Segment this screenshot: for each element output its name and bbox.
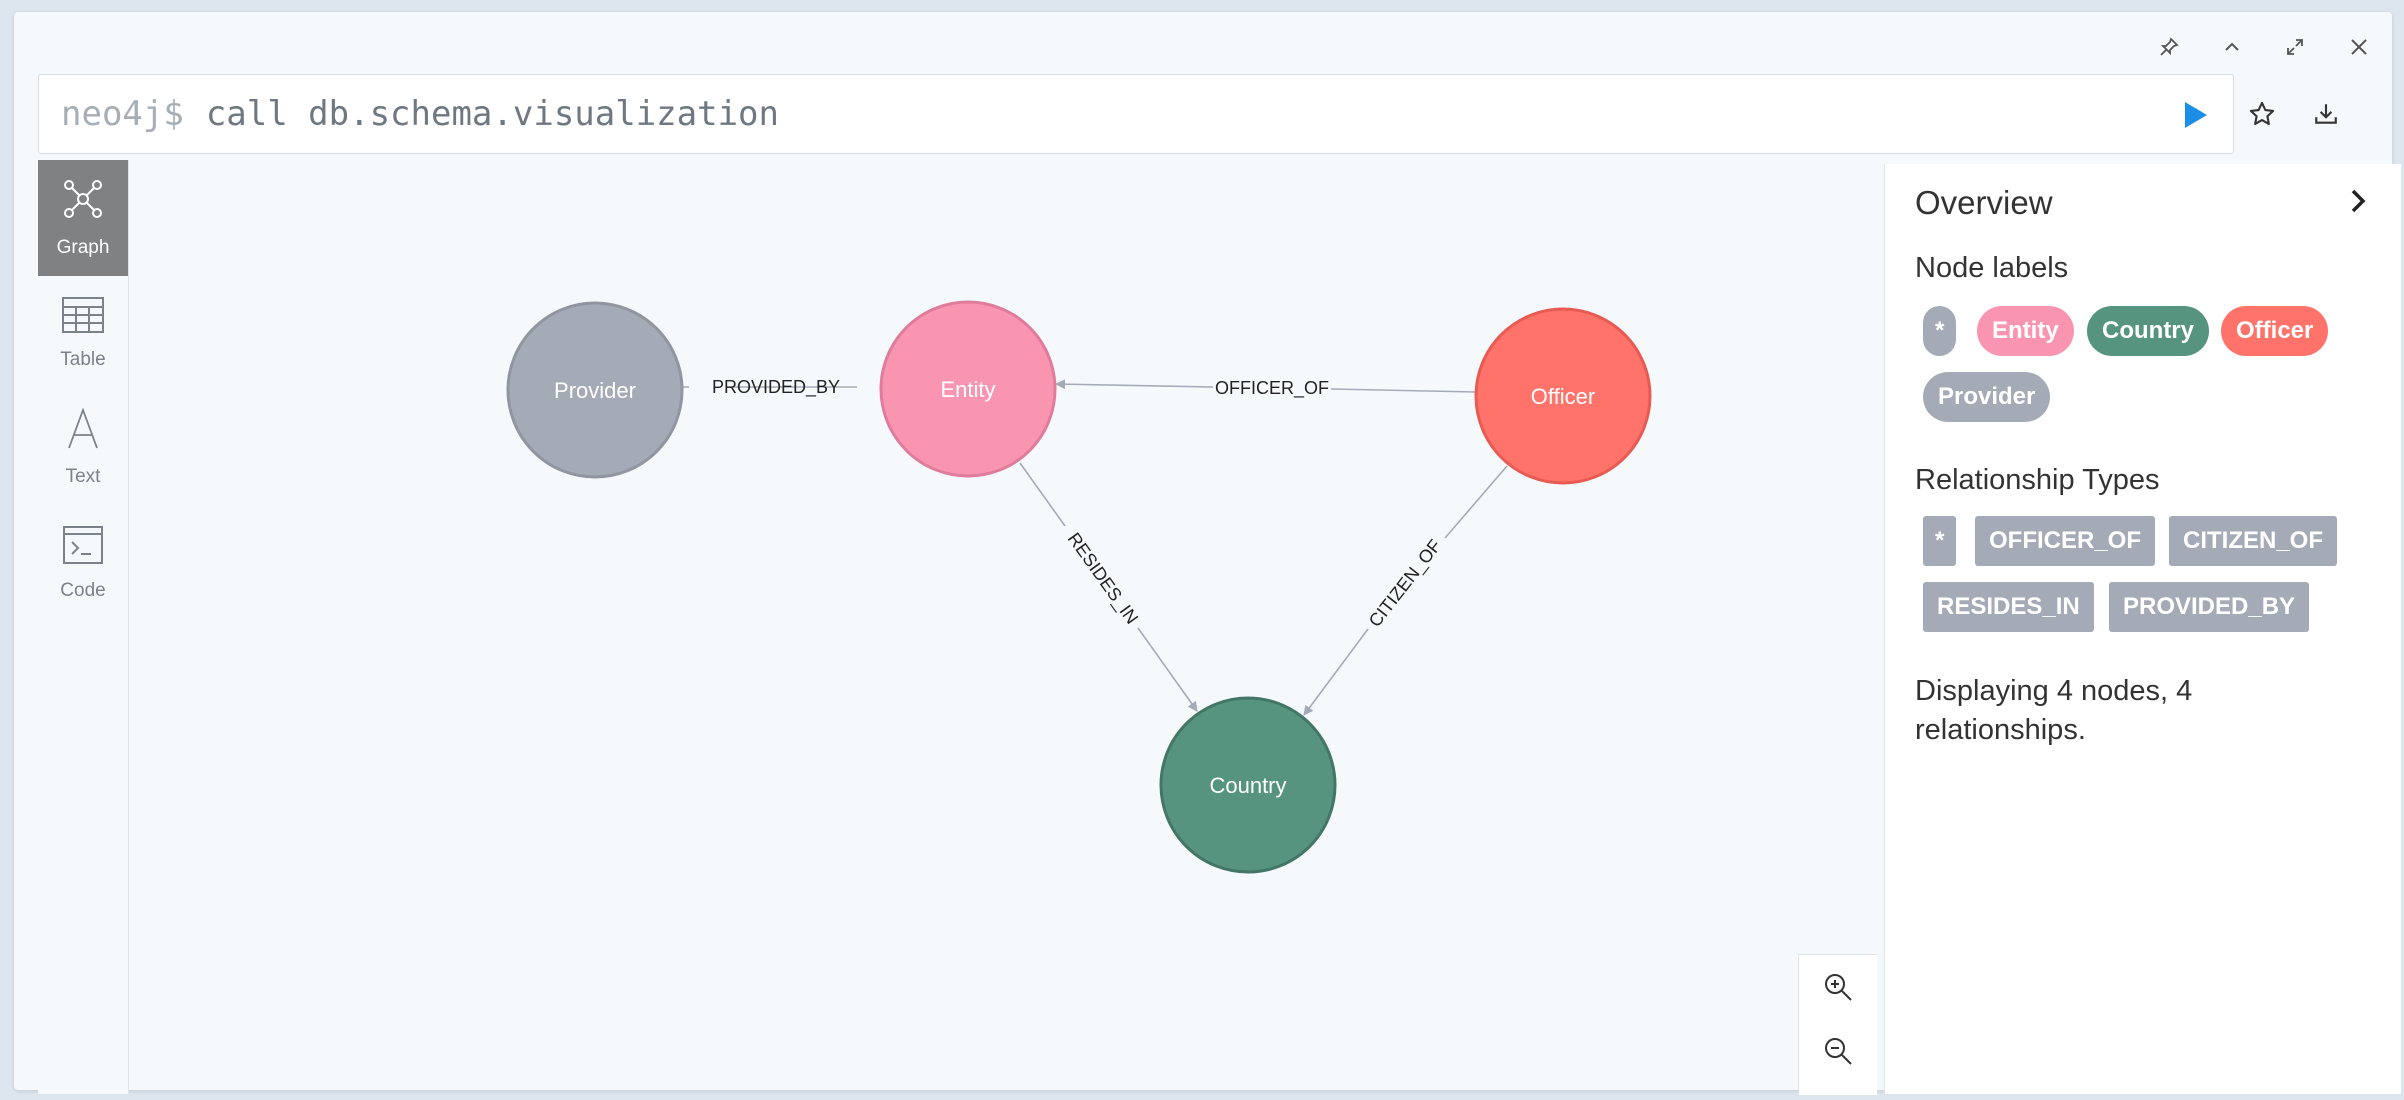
close-icon[interactable]	[2344, 32, 2374, 62]
node-country[interactable]: Country	[1159, 696, 1337, 874]
rel-type-tag-resides-in[interactable]: RESIDES_IN	[1923, 582, 2094, 632]
node-label-officer: Officer	[1531, 384, 1595, 409]
node-provider[interactable]: Provider	[506, 301, 684, 479]
rel-type-tag-officer-of[interactable]: OFFICER_OF	[1975, 516, 2156, 566]
code-icon	[63, 526, 103, 570]
download-icon[interactable]	[2306, 94, 2346, 134]
zoom-in-icon[interactable]	[1818, 967, 1858, 1007]
nav-code[interactable]: Code	[38, 506, 128, 622]
node-label-country: Country	[1209, 773, 1286, 798]
rel-citizen-of[interactable]: CITIZEN_OF	[1303, 465, 1508, 716]
nav-code-label: Code	[60, 580, 106, 601]
nav-table[interactable]: Table	[38, 276, 128, 392]
rel-label-provided-by: PROVIDED_BY	[712, 377, 840, 398]
rel-type-tag-citizen-of[interactable]: CITIZEN_OF	[2169, 516, 2338, 566]
node-label-pill-officer[interactable]: Officer	[2221, 306, 2329, 356]
node-label-pill-country[interactable]: Country	[2087, 306, 2209, 356]
rel-provided-by[interactable]: PROVIDED_BY	[667, 377, 857, 398]
expand-icon[interactable]	[2280, 32, 2310, 62]
graph-summary: Displaying 4 nodes, 4 relationships.	[1915, 675, 2193, 746]
graph-icon	[61, 177, 105, 227]
rel-resides-in[interactable]: RESIDES_IN	[1019, 462, 1198, 712]
collapse-icon[interactable]	[2217, 32, 2247, 62]
node-officer[interactable]: Officer	[1474, 307, 1652, 485]
rel-officer-of[interactable]: OFFICER_OF	[1055, 378, 1477, 399]
chevron-right-icon[interactable]	[2343, 186, 2373, 216]
rel-type-tag-all[interactable]: *	[1923, 516, 1957, 566]
node-label-pill-entity[interactable]: Entity	[1977, 306, 2074, 356]
node-label-entity: Entity	[940, 377, 995, 402]
rel-label-citizen-of: CITIZEN_OF	[1365, 536, 1446, 632]
nav-graph-label: Graph	[56, 237, 110, 258]
view-mode-nav: Graph Table Text Code	[38, 160, 129, 1094]
node-label-pill-all[interactable]: *	[1923, 306, 1957, 356]
node-labels-heading: Node labels	[1915, 252, 2069, 284]
overview-panel: Overview Node labels * Entity Country Of…	[1884, 164, 2401, 1094]
result-frame: neo4j$ call db.schema.visualization Grap…	[14, 12, 2401, 1096]
node-entity[interactable]: Entity	[879, 300, 1057, 478]
rel-label-officer-of: OFFICER_OF	[1215, 378, 1329, 399]
editor-prompt: neo4j$	[61, 94, 184, 134]
graph-canvas[interactable]: PROVIDED_BY OFFICER_OF RESIDES_IN CITIZE…	[130, 160, 1884, 1094]
nav-graph[interactable]: Graph	[38, 160, 128, 276]
zoom-out-icon[interactable]	[1818, 1031, 1858, 1071]
zoom-controls	[1798, 954, 1877, 1096]
rel-type-tag-provided-by[interactable]: PROVIDED_BY	[2109, 582, 2310, 632]
overview-title: Overview	[1915, 184, 2053, 221]
nav-text[interactable]: Text	[38, 390, 128, 506]
run-icon[interactable]	[2179, 99, 2211, 131]
text-icon	[63, 407, 103, 456]
query-editor[interactable]: neo4j$ call db.schema.visualization	[38, 74, 2234, 154]
nav-text-label: Text	[65, 466, 101, 487]
pin-icon[interactable]	[2154, 32, 2184, 62]
table-icon	[62, 297, 104, 339]
node-label-provider: Provider	[554, 378, 636, 403]
editor-query[interactable]: call db.schema.visualization	[206, 94, 779, 134]
rel-label-resides-in: RESIDES_IN	[1063, 529, 1142, 628]
favorite-star-icon[interactable]	[2242, 94, 2282, 134]
node-label-pill-provider[interactable]: Provider	[1923, 372, 2051, 422]
nav-table-label: Table	[60, 349, 106, 370]
relationship-types-heading: Relationship Types	[1915, 464, 2160, 496]
